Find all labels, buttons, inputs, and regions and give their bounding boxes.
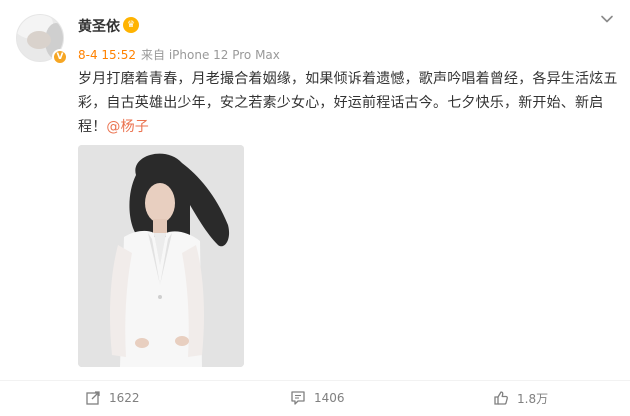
mention-link[interactable]: @杨子 [106,119,149,135]
post-time-link[interactable]: 8-4 15:52 [78,48,136,62]
vip-crown-icon[interactable]: ♛ [123,17,139,33]
repost-count: 1622 [109,391,140,405]
post-text: 岁月打磨着青春，月老撮合着姻缘，如果倾诉着遗憾，歌声吟唱着曾经，各异生活炫五 彩… [78,67,618,139]
post-text-line-fragment: 程！ [78,119,107,135]
thumbs-up-icon [494,391,508,405]
post-meta: 8-4 15:52 来自 iPhone 12 Pro Max [78,46,280,63]
like-count: 1.8万 [517,391,549,406]
comment-button[interactable]: 1406 [290,385,345,411]
verified-v-icon: V [52,49,68,65]
comment-count: 1406 [314,391,345,405]
like-button[interactable]: 1.8万 [493,385,548,411]
post-text-line: 彩，自古英雄出少年，安之若素少女心，好运前程话古今。七夕快乐，新开始、新启 [78,95,604,111]
post-text-line: 岁月打磨着青春，月老撮合着姻缘，如果倾诉着遗憾，歌声吟唱着曾经，各异生活炫五 [78,71,618,87]
repost-icon [86,391,100,405]
post-source: 来自 iPhone 12 Pro Max [141,48,280,62]
repost-button[interactable]: 1622 [85,385,140,411]
chevron-down-icon[interactable] [600,12,614,26]
post-text-line: 程！@杨子 [78,115,598,139]
weibo-post-card: V 黄圣依 ♛ 8-4 15:52 来自 iPhone 12 Pro Max 岁月… [0,0,630,416]
portrait-illustration [78,145,244,367]
action-divider [0,380,630,381]
comment-icon [291,391,305,405]
author-avatar[interactable]: V [16,14,68,66]
author-name[interactable]: 黄圣依 [78,16,120,36]
action-bar: 1622 1406 1.8万 [0,385,630,411]
post-photo[interactable] [78,145,244,367]
